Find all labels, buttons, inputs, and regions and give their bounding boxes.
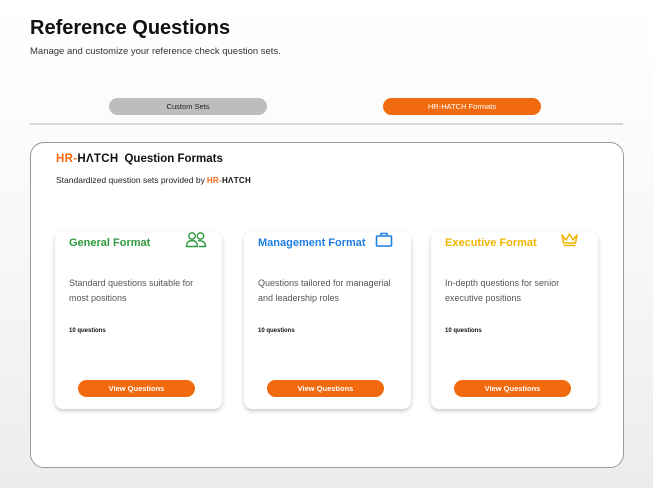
brand-logo-small-prefix: HR- xyxy=(206,175,222,185)
card-description: Questions tailored for managerial and le… xyxy=(258,278,391,303)
brand-logo-prefix: HR- xyxy=(56,153,78,165)
card-title: Executive Format xyxy=(445,237,537,249)
card-title: General Format xyxy=(69,237,151,249)
card-question-count: 10 questions xyxy=(445,328,482,334)
view-questions-button[interactable]: View Questions xyxy=(454,380,571,397)
card-description: In-depth questions for senior executive … xyxy=(445,278,560,303)
users-icon xyxy=(185,231,207,254)
view-questions-button[interactable]: View Questions xyxy=(267,380,384,397)
tab-divider xyxy=(30,123,623,125)
card-description: Standard questions suitable for most pos… xyxy=(69,278,194,303)
panel-description: Standardized question sets provided by H… xyxy=(56,175,251,185)
format-card-general: General Format Standard questions suitab… xyxy=(55,231,222,409)
card-question-count: 10 questions xyxy=(69,328,106,334)
panel-description-text: Standardized question sets provided by xyxy=(56,175,205,185)
view-questions-button[interactable]: View Questions xyxy=(78,380,195,397)
page-title: Reference Questions xyxy=(30,17,231,39)
panel-heading: HR-HΛTCH Question Formats xyxy=(56,153,223,165)
briefcase-icon xyxy=(375,231,393,253)
card-question-count: 10 questions xyxy=(258,328,295,334)
tab-custom-sets[interactable]: Custom Sets xyxy=(109,98,267,115)
brand-logo-small-name: HΛTCH xyxy=(221,175,252,185)
brand-logo-small: HR-HΛTCH xyxy=(207,176,251,185)
format-card-management: Management Format Questions tailored for… xyxy=(244,231,411,409)
brand-logo: HR-HΛTCH xyxy=(56,153,118,165)
page-subtitle: Manage and customize your reference chec… xyxy=(30,46,281,57)
brand-logo-name: HΛTCH xyxy=(77,153,119,165)
card-title: Management Format xyxy=(258,237,366,249)
panel-heading-text: Question Formats xyxy=(124,153,223,165)
tab-hr-hatch-formats[interactable]: HR-HATCH Formats xyxy=(383,98,541,115)
crown-icon xyxy=(560,231,579,253)
format-card-executive: Executive Format In-depth questions for … xyxy=(431,231,598,409)
formats-panel: HR-HΛTCH Question Formats Standardized q… xyxy=(30,142,624,468)
